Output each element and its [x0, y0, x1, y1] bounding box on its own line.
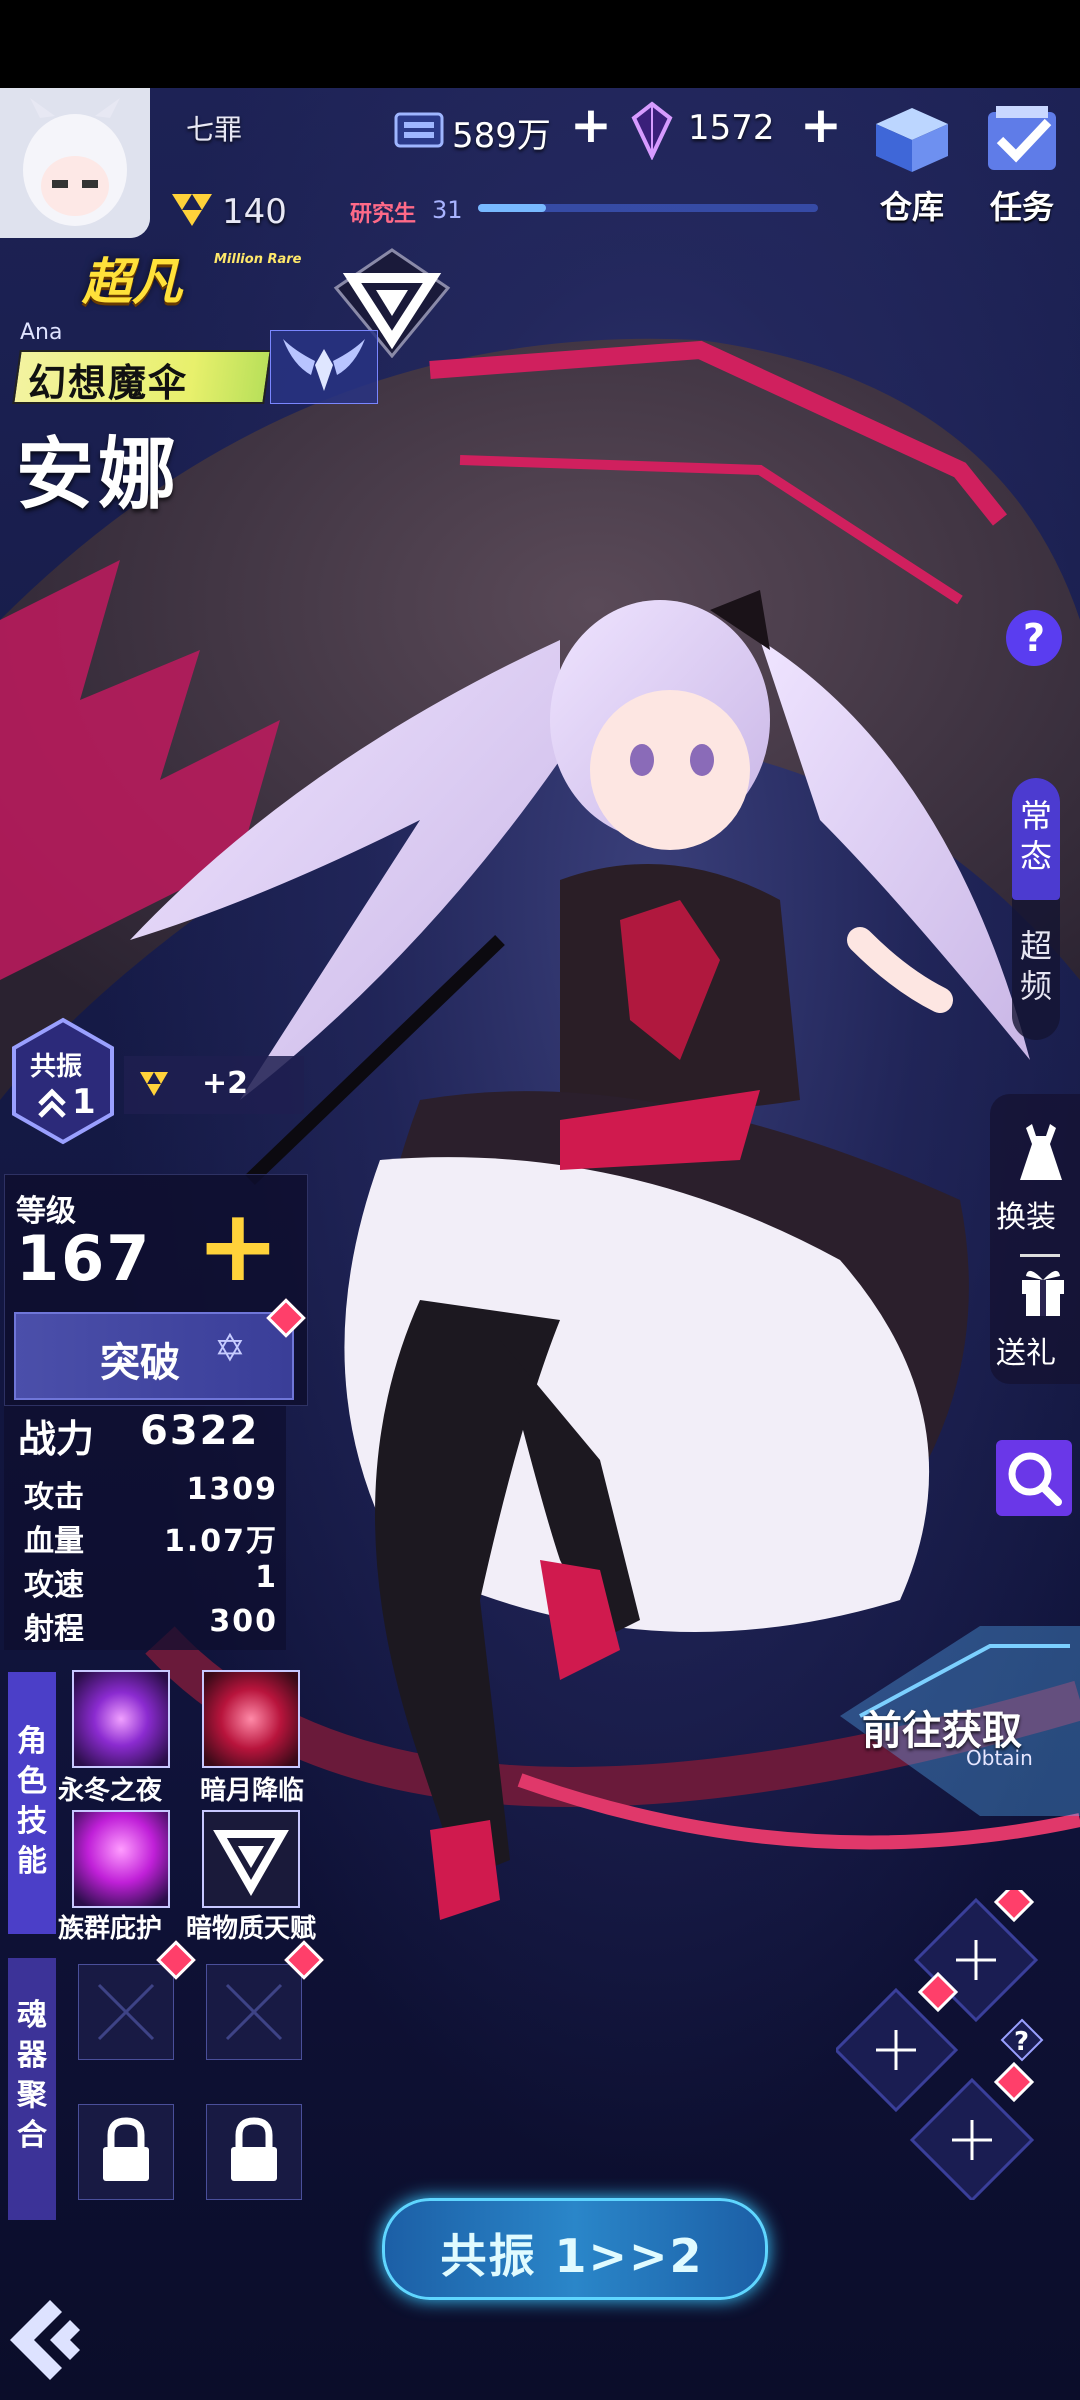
rarity-sub-label: Million Rare	[214, 252, 302, 267]
resonance-bonus: +2	[202, 1066, 249, 1101]
svg-text:?: ?	[1014, 2027, 1029, 2057]
side-divider	[1020, 1254, 1060, 1257]
power-label: 战力	[18, 1417, 95, 1461]
zoom-button[interactable]	[996, 1440, 1072, 1516]
empty-slot-icon	[97, 1983, 155, 2041]
soul-label-char-2: 器	[17, 2038, 47, 2073]
skill-name-4: 暗物质天赋	[186, 1914, 317, 1944]
lock-icon	[103, 2117, 149, 2181]
player-name: 七罪	[186, 113, 243, 146]
status-bar	[0, 0, 1080, 88]
help-button[interactable]: ?	[1006, 610, 1062, 666]
skill-name-1: 永冬之夜	[58, 1776, 163, 1806]
level-up-button[interactable]: +	[196, 1196, 280, 1296]
star-of-david-icon: ✡	[214, 1326, 246, 1370]
character-name-en: Ana	[20, 320, 63, 345]
back-button[interactable]	[0, 2290, 110, 2400]
soul-slot-4[interactable]	[206, 2104, 302, 2200]
obtain-sub-label: Obtain	[966, 1746, 1033, 1770]
player-level: 140	[222, 192, 287, 232]
tab-normal-char-2: 态	[1019, 837, 1052, 875]
resonate-upgrade-label: 共振 1>>2	[440, 2229, 704, 2283]
empty-slot-icon	[225, 1983, 283, 2041]
rank-chevron-icon	[140, 1072, 168, 1096]
research-label: 研究生	[350, 202, 417, 227]
tab-normal-char-1: 常	[1019, 797, 1052, 835]
coins-icon	[394, 112, 444, 148]
attack-value: 1309	[186, 1472, 278, 1507]
skills-label-char-2: 色	[17, 1764, 47, 1799]
skills-label-char-3: 技	[17, 1804, 47, 1839]
resonance-label: 共振	[30, 1052, 83, 1082]
lock-icon	[231, 2117, 277, 2181]
skills-section-label: 角 色 技 能	[8, 1672, 56, 1934]
skill-dark-matter-talent[interactable]	[202, 1810, 300, 1908]
soul-slot-1[interactable]	[78, 1964, 174, 2060]
hp-value: 1.07万	[163, 1524, 278, 1559]
weapon-help-icon[interactable]: ?	[1000, 2018, 1044, 2062]
coins-value: 589万	[452, 116, 551, 156]
dress-icon[interactable]	[1018, 1122, 1064, 1184]
tasks-button[interactable]: 任务	[972, 104, 1072, 226]
gems-value: 1572	[688, 108, 775, 148]
soul-label-char-4: 合	[17, 2118, 47, 2153]
gift-button[interactable]: 送礼	[996, 1328, 1056, 1372]
skill-clan-shelter[interactable]	[72, 1810, 170, 1908]
skills-label-char-1: 角	[17, 1724, 47, 1759]
skill-dark-moon-descent[interactable]	[202, 1670, 300, 1768]
warehouse-label: 仓库	[879, 188, 944, 226]
weapon-slot-left[interactable]	[836, 1971, 959, 2113]
level-value: 167	[16, 1222, 152, 1295]
skill-name-3: 族群庇护	[58, 1914, 163, 1944]
tab-super-char-1: 超	[1019, 927, 1052, 965]
attack-speed-value: 1	[255, 1560, 278, 1595]
class-badge	[270, 330, 378, 404]
soul-slot-2[interactable]	[206, 1964, 302, 2060]
research-level: 31	[432, 196, 463, 224]
dress-button[interactable]: 换装	[996, 1192, 1056, 1236]
power-value: 6322	[140, 1408, 260, 1454]
skill-name-2: 暗月降临	[200, 1776, 305, 1806]
skill-eternal-winter-night[interactable]	[72, 1670, 170, 1768]
tab-super-char-2: 频	[1019, 967, 1052, 1005]
soul-slot-3[interactable]	[78, 2104, 174, 2200]
tasks-label: 任务	[989, 188, 1054, 226]
skills-label-char-4: 能	[17, 1844, 47, 1879]
soul-label-char-3: 聚	[17, 2078, 47, 2113]
breakthrough-label: 突破	[100, 1340, 180, 1386]
tab-super[interactable]: 超 频	[1012, 926, 1060, 1006]
rarity-label: 超凡	[82, 253, 182, 311]
warehouse-cube-icon	[876, 108, 948, 172]
soul-section-label: 魂 器 聚 合	[8, 1958, 56, 2220]
checklist-icon	[988, 106, 1056, 170]
character-name: 安娜	[16, 430, 181, 520]
warehouse-button[interactable]: 仓库	[862, 104, 962, 226]
research-progress-fill	[478, 204, 546, 212]
player-avatar[interactable]	[0, 88, 150, 238]
wings-icon	[283, 339, 365, 391]
dark-matter-triangle-icon	[213, 1830, 289, 1897]
character-title: 幻想魔伞	[28, 361, 189, 405]
add-coins-button[interactable]: +	[570, 100, 612, 150]
search-icon	[1008, 1452, 1062, 1506]
gem-icon	[631, 101, 673, 160]
resonance-level: 1	[72, 1082, 96, 1122]
gift-icon[interactable]	[1018, 1262, 1068, 1318]
weapon-slot-bottom[interactable]	[909, 2061, 1035, 2200]
soul-label-char-1: 魂	[17, 1998, 47, 2033]
add-gems-button[interactable]: +	[800, 100, 842, 150]
rank-chevron-icon	[172, 194, 212, 226]
weapon-slots: ?	[836, 1890, 1044, 2200]
avatar-portrait	[0, 88, 150, 238]
range-value: 300	[209, 1604, 278, 1639]
tab-normal-label: 常 态	[1012, 796, 1060, 876]
